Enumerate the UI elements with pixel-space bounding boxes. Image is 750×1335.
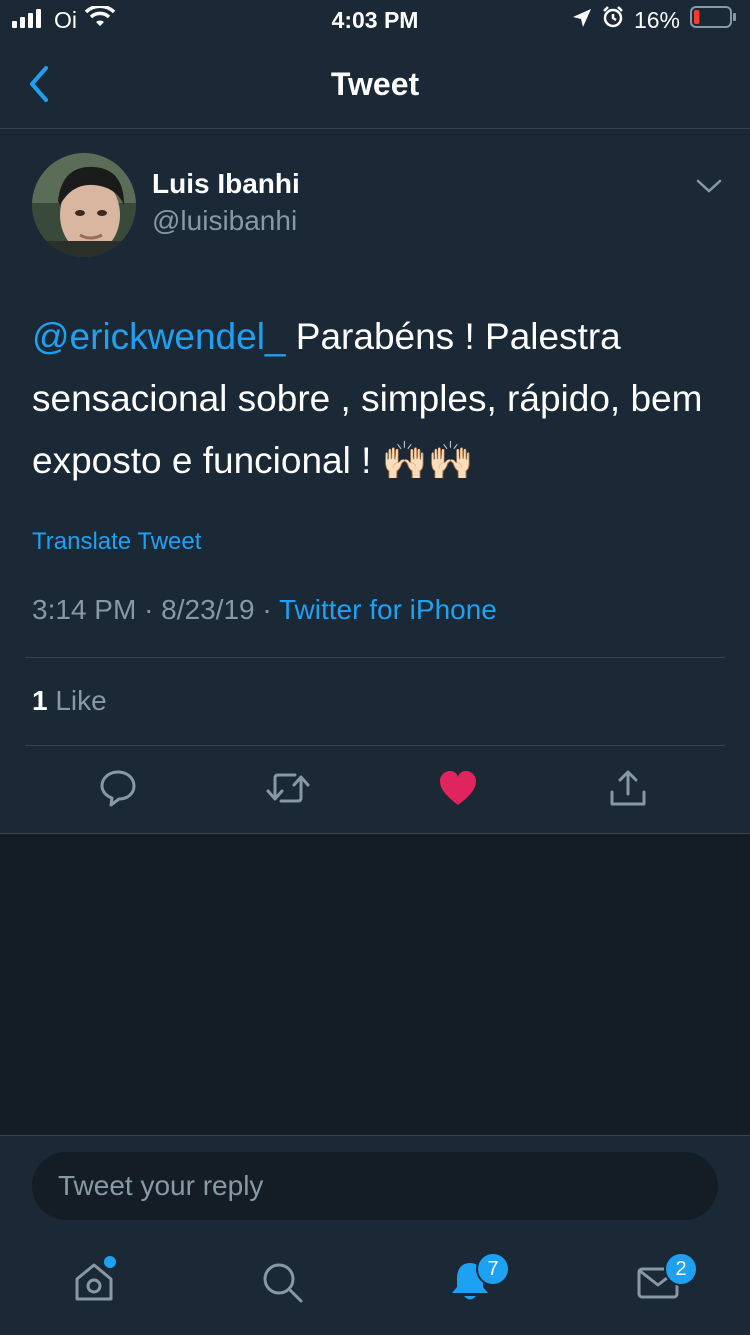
emoji: 🙌🏻🙌🏻 [381, 440, 474, 481]
tweet-date: 8/23/19 [161, 594, 255, 625]
alarm-icon [602, 6, 624, 34]
meta-separator: · [144, 594, 154, 625]
tweet-source-link[interactable]: Twitter for iPhone [279, 594, 497, 625]
like-label: Like [55, 685, 107, 716]
status-right: 16% [572, 6, 736, 34]
reply-button[interactable] [94, 766, 142, 814]
divider [25, 745, 725, 746]
share-icon [608, 768, 648, 813]
retweet-button[interactable] [264, 766, 312, 814]
chevron-down-icon [694, 179, 724, 200]
retweet-icon [265, 768, 311, 813]
tweet-options-button[interactable] [694, 176, 724, 201]
divider [25, 657, 725, 658]
like-button[interactable] [434, 766, 482, 814]
mention-link[interactable]: @erickwendel_ [32, 316, 286, 357]
reply-icon [98, 768, 138, 813]
tweet-text: @erickwendel_ Parabéns ! Palestra sensac… [32, 306, 722, 492]
battery-percent: 16% [633, 6, 680, 33]
like-count: 1 [32, 685, 48, 716]
reply-input[interactable] [32, 1152, 718, 1220]
avatar[interactable] [32, 153, 136, 257]
search-icon [259, 1259, 305, 1310]
tab-search[interactable] [256, 1258, 308, 1310]
battery-icon [690, 6, 736, 34]
share-button[interactable] [604, 766, 652, 814]
author-name[interactable]: Luis Ibanhi [152, 168, 300, 200]
page-title: Tweet [330, 66, 420, 102]
translate-tweet-link[interactable]: Translate Tweet [32, 528, 201, 556]
home-new-indicator [104, 1256, 116, 1268]
notifications-badge: 7 [476, 1252, 510, 1286]
location-arrow-icon [572, 7, 592, 34]
meta-separator: · [262, 594, 272, 625]
heart-icon [438, 769, 478, 812]
messages-badge: 2 [664, 1252, 698, 1286]
likes-summary[interactable]: 1 Like [32, 685, 107, 717]
tweet-meta: 3:14 PM · 8/23/19 · Twitter for iPhone [32, 594, 497, 626]
tweet-time: 3:14 PM [32, 594, 137, 625]
author-handle[interactable]: @luisibanhi [152, 205, 297, 237]
